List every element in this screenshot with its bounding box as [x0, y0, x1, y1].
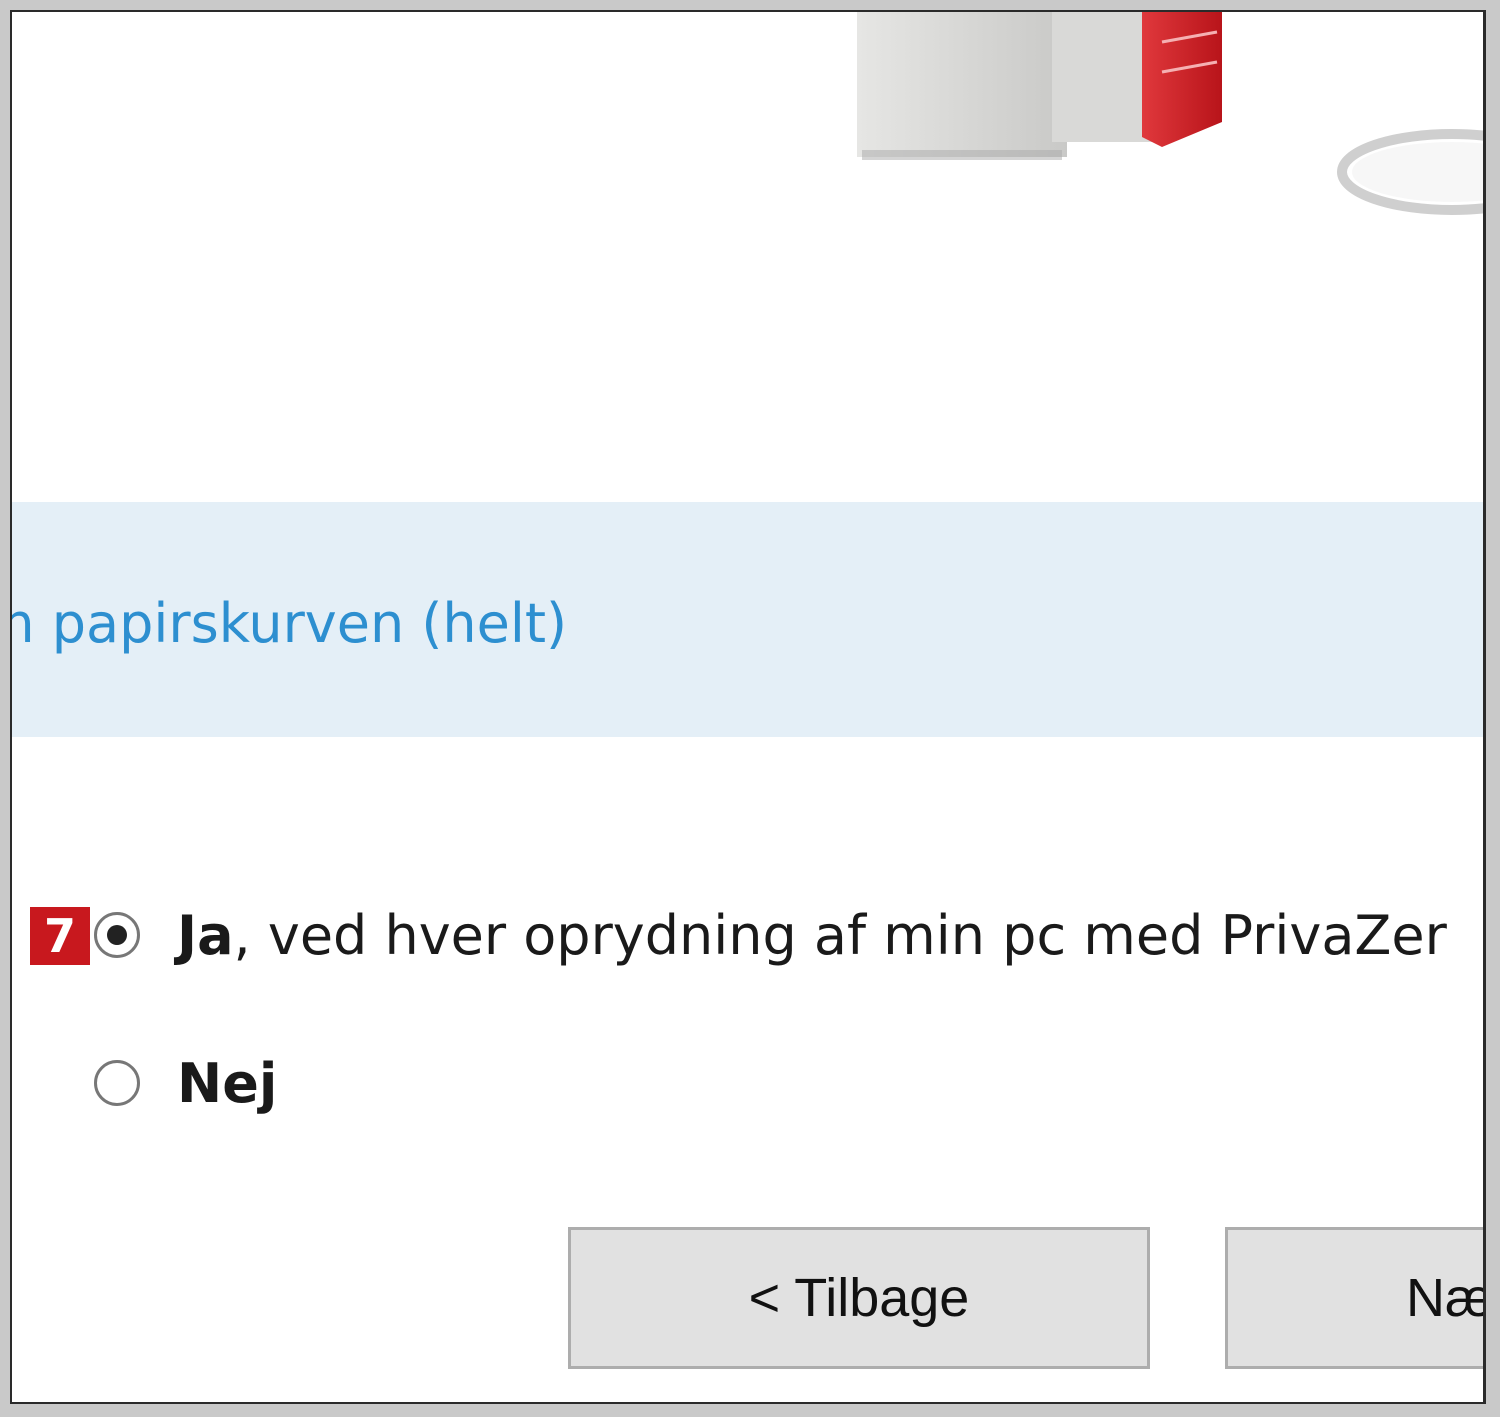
section-banner: m papirskurven (helt)	[10, 502, 1483, 737]
filing-cabinet-icon	[857, 12, 1222, 160]
option-no-label[interactable]: Nej	[177, 1057, 277, 1111]
option-yes-label-rest: , ved hver oprydning af min pc med Priva…	[233, 904, 1447, 967]
option-yes-label-bold: Ja	[177, 904, 234, 967]
back-button[interactable]: < Tilbage	[568, 1227, 1150, 1369]
section-title: m papirskurven (helt)	[10, 592, 568, 655]
step-badge: 7	[30, 907, 90, 965]
dialog-window: m papirskurven (helt) 7 Ja, ved hver opr…	[10, 10, 1486, 1404]
option-yes-label[interactable]: Ja, ved hver oprydning af min pc med Pri…	[177, 909, 1447, 963]
radio-no[interactable]	[94, 1060, 140, 1106]
cable-icon	[1337, 129, 1483, 215]
radio-yes[interactable]	[94, 912, 140, 958]
next-button[interactable]: Næ	[1225, 1227, 1483, 1369]
header-illustration	[857, 12, 1483, 215]
